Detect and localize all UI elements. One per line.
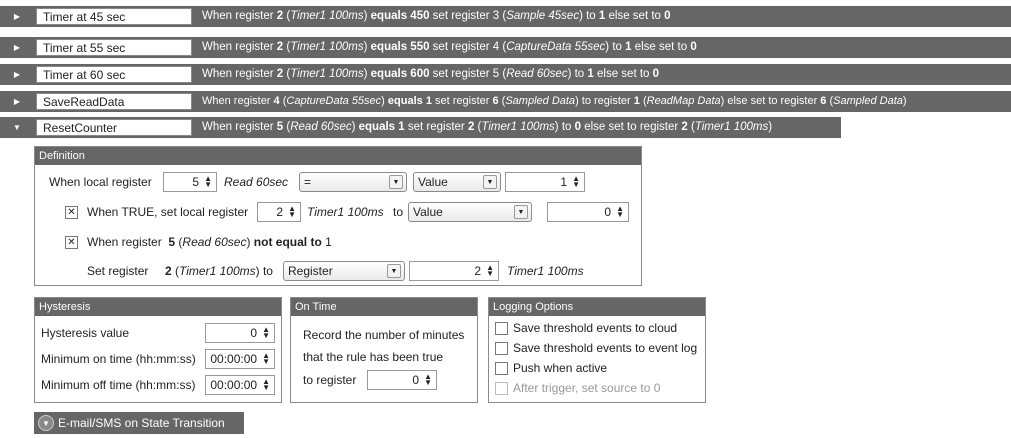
set-value-spinner[interactable]: 2 ▲ ▼ [409,261,499,281]
on-time-line2: that the rule has been true [303,350,444,364]
min-on-label: Minimum on time (hh:mm:ss) [41,352,196,366]
expand-arrow-icon[interactable]: ▶ [0,6,34,27]
save-to-cloud-checkbox[interactable] [495,322,508,335]
hysteresis-value-spinner[interactable]: 0 ▲ ▼ [205,323,275,343]
spinner-arrows-icon[interactable]: ▲ ▼ [572,175,580,189]
rule-name[interactable]: Timer at 60 sec [36,66,192,83]
chevron-down-icon[interactable]: ▼ [483,175,497,189]
panel-title: Definition [35,147,641,165]
rule-row-expanded[interactable]: ▼ ResetCounter When register 5 (Read 60s… [0,117,1011,138]
rule-row[interactable]: ▶ Timer at 55 sec When register 2 (Timer… [0,37,1011,58]
operator-select[interactable]: = ▼ [299,172,407,192]
rule-description: When register 2 (Timer1 100ms) equals 60… [194,64,1011,85]
collapse-arrow-icon[interactable]: ▼ [0,117,34,138]
set-type-select[interactable]: Register ▼ [283,261,405,281]
true-value-spinner[interactable]: 0 ▲ ▼ [547,202,629,222]
spinner-arrows-icon[interactable]: ▲ ▼ [262,352,270,366]
on-time-register-spinner[interactable]: 0 ▲ ▼ [367,370,437,390]
compare-type-select[interactable]: Value ▼ [413,172,501,192]
chevron-down-circle-icon: ▼ [38,415,54,431]
panel-title: Hysteresis [35,298,281,316]
expand-arrow-icon[interactable]: ▶ [0,91,34,112]
spinner-arrows-icon[interactable]: ▲ ▼ [262,378,270,392]
email-sms-button[interactable]: ▼ E-mail/SMS on State Transition [34,412,244,434]
rule-row[interactable]: ▶ Timer at 60 sec When register 2 (Timer… [0,64,1011,85]
min-off-spinner[interactable]: 00:00:00 ▲ ▼ [205,375,275,395]
spinner-arrows-icon[interactable]: ▲ ▼ [262,326,270,340]
expand-arrow-icon[interactable]: ▶ [0,37,34,58]
hysteresis-panel: Hysteresis Hysteresis value 0 ▲ ▼ Minimum … [34,297,282,403]
expand-arrow-icon[interactable]: ▶ [0,64,34,85]
true-register-name: Timer1 100ms [307,205,384,219]
rule-description: When register 5 (Read 60sec) equals 1 se… [194,117,841,138]
save-to-event-log-label: Save threshold events to event log [513,341,698,355]
chevron-down-icon[interactable]: ▼ [514,205,528,219]
rule-name[interactable]: Timer at 55 sec [36,39,192,56]
set-register-label: Set register [87,264,149,278]
spinner-arrows-icon[interactable]: ▲ ▼ [288,205,296,219]
rule-row[interactable]: ▶ SaveReadData When register 4 (CaptureD… [0,91,1011,112]
spinner-arrows-icon[interactable]: ▲ ▼ [616,205,624,219]
save-to-event-log-checkbox[interactable] [495,342,508,355]
when-true-checkbox[interactable]: ✕ [65,206,78,219]
rule-row[interactable]: ▶ Timer at 45 sec When register 2 (Timer… [0,6,1011,27]
after-trigger-checkbox [495,382,508,395]
spinner-arrows-icon[interactable]: ▲ ▼ [204,175,212,189]
spinner-arrows-icon[interactable]: ▲ ▼ [486,264,494,278]
register-spinner[interactable]: 5 ▲ ▼ [163,172,217,192]
save-to-cloud-label: Save threshold events to cloud [513,321,678,335]
to-label: to [393,205,404,219]
when-true-label: When TRUE, set local register [87,205,249,219]
set-register-line: 2 (Timer1 100ms) to [165,264,273,278]
min-off-label: Minimum off time (hh:mm:ss) [41,378,196,392]
chevron-down-icon[interactable]: ▼ [387,264,401,278]
to-register-label: to register [303,373,357,387]
true-register-spinner[interactable]: 2 ▲ ▼ [257,202,301,222]
when-local-register-label: When local register [49,175,152,189]
rule-name[interactable]: Timer at 45 sec [36,8,192,25]
definition-panel: Definition When local register 5 ▲ ▼ Read … [34,146,642,286]
rule-description: When register 2 (Timer1 100ms) equals 55… [194,37,1011,58]
push-when-active-label: Push when active [513,361,608,375]
chevron-down-icon[interactable]: ▼ [389,175,403,189]
compare-value-spinner[interactable]: 1 ▲ ▼ [505,172,585,192]
after-trigger-label: After trigger, set source to 0 [513,381,661,395]
register-name: Read 60sec [224,175,289,189]
panel-title: On Time [291,298,477,316]
rule-description: When register 2 (Timer1 100ms) equals 45… [194,6,1011,27]
set-value-name: Timer1 100ms [507,264,584,278]
min-on-spinner[interactable]: 00:00:00 ▲ ▼ [205,349,275,369]
hysteresis-value-label: Hysteresis value [41,326,130,340]
on-time-line1: Record the number of minutes [303,328,465,342]
on-time-panel: On Time Record the number of minutes tha… [290,297,478,403]
logging-options-panel: Logging Options Save threshold events to… [488,297,706,403]
push-when-active-checkbox[interactable] [495,362,508,375]
not-equal-line: When register 5 (Read 60sec) not equal t… [87,235,332,249]
email-sms-label: E-mail/SMS on State Transition [58,416,225,430]
rule-description: When register 4 (CaptureData 55sec) equa… [194,91,1011,112]
true-type-select[interactable]: Value ▼ [408,202,532,222]
panel-title: Logging Options [489,298,705,316]
when-register-checkbox[interactable]: ✕ [65,236,78,249]
spinner-arrows-icon[interactable]: ▲ ▼ [424,373,432,387]
rule-name[interactable]: SaveReadData [36,93,192,110]
rule-name[interactable]: ResetCounter [36,119,192,136]
